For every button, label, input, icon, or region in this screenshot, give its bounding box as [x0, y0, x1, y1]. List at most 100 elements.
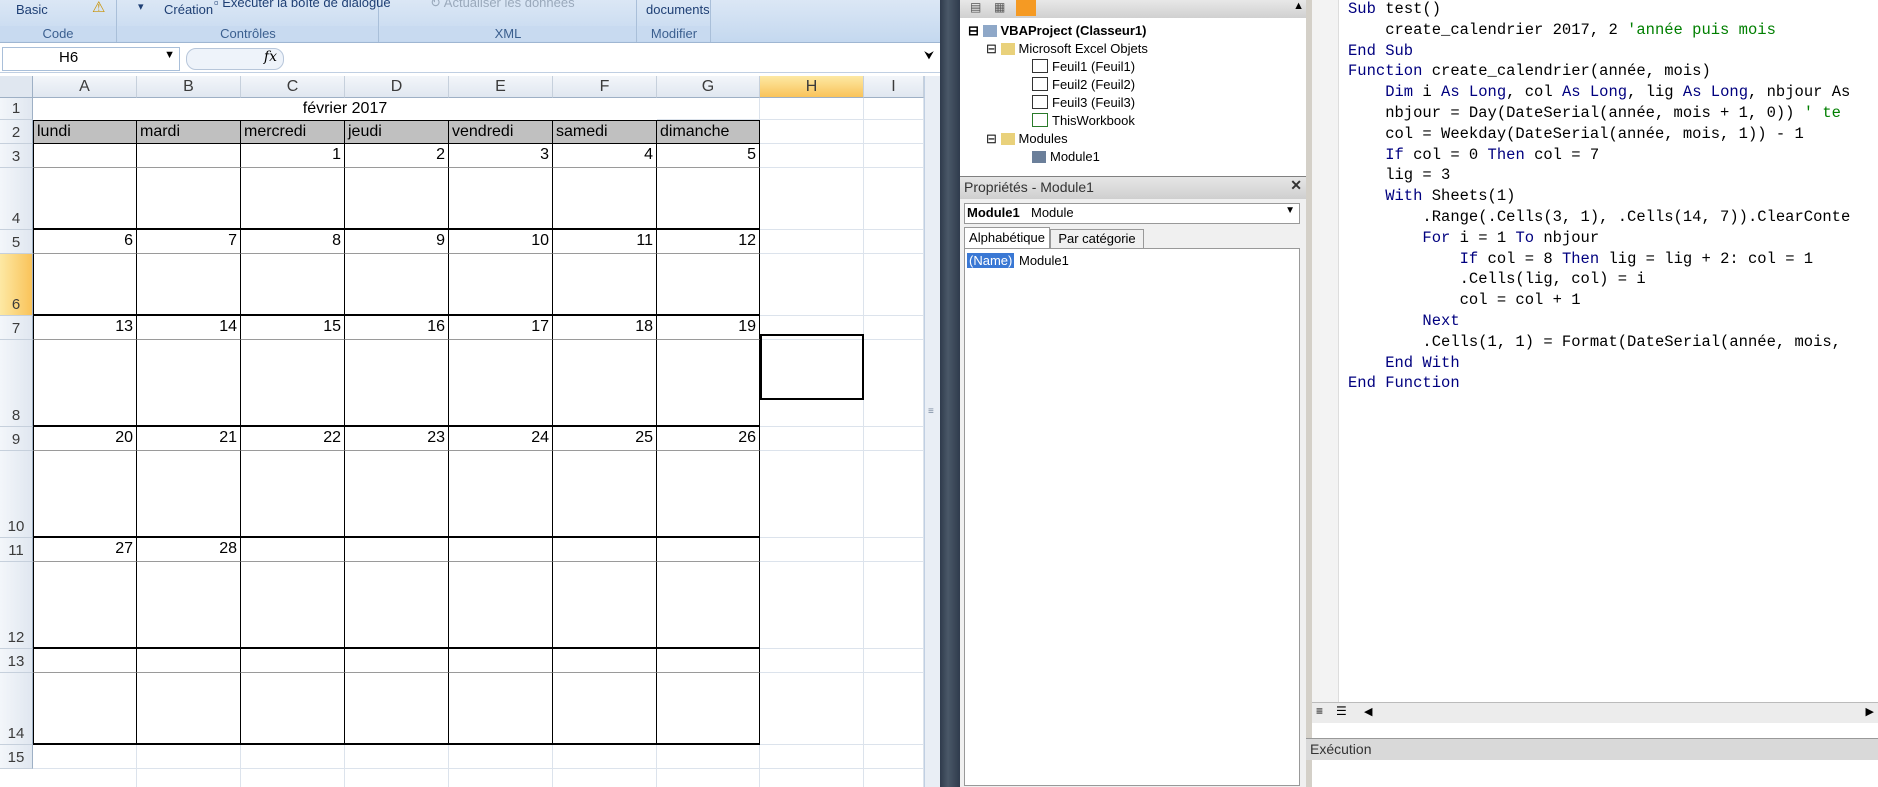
day-notes-cell[interactable] — [241, 254, 345, 316]
worksheet-grid[interactable]: ABCDEFGHI 1 2 3 4 5 6 7 8 9 10 11 12 13 14 15 février … — [0, 76, 924, 787]
day-number-cell[interactable]: 19 — [657, 316, 760, 340]
day-number-cell[interactable] — [657, 649, 760, 673]
design-mode-button[interactable]: Création — [164, 2, 213, 17]
row-header[interactable]: 5 — [0, 230, 33, 254]
run-dialog-button[interactable]: ▫ Exécuter la boîte de dialogue — [214, 0, 391, 10]
day-number-cell[interactable]: 18 — [553, 316, 657, 340]
day-notes-cell[interactable] — [553, 673, 657, 745]
day-notes-cell[interactable] — [657, 340, 760, 427]
day-number-cell[interactable]: 27 — [33, 538, 137, 562]
day-number-cell[interactable]: 13 — [33, 316, 137, 340]
day-notes-cell[interactable] — [449, 673, 553, 745]
day-notes-cell[interactable] — [137, 340, 241, 427]
day-number-cell[interactable]: 21 — [137, 427, 241, 451]
day-number-cell[interactable] — [345, 538, 449, 562]
day-notes-cell[interactable] — [345, 562, 449, 649]
day-number-cell[interactable]: 24 — [449, 427, 553, 451]
day-number-cell[interactable]: 22 — [241, 427, 345, 451]
code-line[interactable]: .Range(.Cells(3, 1), .Cells(14, 7)).Clea… — [1348, 208, 1850, 226]
scroll-right-icon[interactable]: ▶ — [1866, 705, 1874, 718]
day-notes-cell[interactable] — [241, 562, 345, 649]
row-header[interactable]: 7 — [0, 316, 33, 340]
tab-by-category[interactable]: Par catégorie — [1050, 229, 1144, 249]
code-line[interactable]: If col = 0 Then col = 7 — [1348, 146, 1599, 164]
code-line[interactable]: lig = 3 — [1348, 166, 1450, 184]
code-line[interactable]: .Cells(1, 1) = Format(DateSerial(année, … — [1348, 333, 1841, 351]
toggle-folders-icon[interactable] — [1016, 0, 1036, 16]
day-notes-cell[interactable] — [137, 168, 241, 230]
day-number-cell[interactable]: 5 — [657, 144, 760, 168]
row-header[interactable]: 14 — [0, 673, 33, 745]
day-number-cell[interactable] — [657, 538, 760, 562]
column-header[interactable]: B — [137, 76, 241, 98]
object-dropdown-icon[interactable]: ▼ — [1285, 205, 1295, 216]
full-module-view-icon[interactable]: ☰ — [1336, 704, 1347, 718]
active-cell-selection[interactable] — [760, 334, 864, 400]
day-notes-cell[interactable] — [345, 451, 449, 538]
code-line[interactable]: .Cells(lig, col) = i — [1348, 270, 1646, 288]
day-number-cell[interactable]: 26 — [657, 427, 760, 451]
day-number-cell[interactable]: 16 — [345, 316, 449, 340]
weekday-header[interactable]: samedi — [553, 120, 657, 144]
day-notes-cell[interactable] — [657, 562, 760, 649]
insert-function-icon[interactable]: fx — [264, 49, 277, 65]
day-notes-cell[interactable] — [241, 340, 345, 427]
day-number-cell[interactable]: 11 — [553, 230, 657, 254]
row-header[interactable]: 9 — [0, 427, 33, 451]
row-header[interactable]: 12 — [0, 562, 33, 649]
day-number-cell[interactable]: 17 — [449, 316, 553, 340]
day-notes-cell[interactable] — [449, 168, 553, 230]
property-name-key[interactable]: (Name) — [967, 253, 1015, 268]
row-header[interactable]: 6 — [0, 254, 33, 316]
day-notes-cell[interactable] — [33, 254, 137, 316]
tree-sheet-item[interactable]: Feuil3 (Feuil3) — [1032, 95, 1135, 110]
column-header[interactable]: H — [760, 76, 864, 98]
day-notes-cell[interactable] — [33, 340, 137, 427]
code-line[interactable]: Dim i As Long, col As Long, lig As Long,… — [1348, 83, 1850, 101]
day-notes-cell[interactable] — [553, 562, 657, 649]
day-number-cell[interactable]: 20 — [33, 427, 137, 451]
code-line[interactable]: If col = 8 Then lig = lig + 2: col = 1 — [1348, 250, 1814, 268]
documents-button[interactable]: documents — [646, 2, 710, 17]
day-number-cell[interactable] — [449, 649, 553, 673]
day-notes-cell[interactable] — [449, 340, 553, 427]
select-all-corner[interactable] — [0, 76, 33, 98]
day-notes-cell[interactable] — [345, 673, 449, 745]
day-number-cell[interactable]: 3 — [449, 144, 553, 168]
day-notes-cell[interactable] — [345, 168, 449, 230]
code-line[interactable]: col = col + 1 — [1348, 291, 1581, 309]
day-number-cell[interactable]: 8 — [241, 230, 345, 254]
weekday-header[interactable]: vendredi — [449, 120, 553, 144]
calendar-title[interactable]: février 2017 — [33, 98, 657, 120]
day-number-cell[interactable] — [241, 649, 345, 673]
day-notes-cell[interactable] — [657, 673, 760, 745]
macro-security-warning-icon[interactable]: ⚠ — [92, 0, 105, 16]
tab-alphabetic[interactable]: Alphabétique — [964, 227, 1050, 248]
day-number-cell[interactable]: 25 — [553, 427, 657, 451]
dropdown-arrow-icon[interactable]: ▾ — [138, 0, 144, 13]
day-notes-cell[interactable] — [449, 562, 553, 649]
tree-modules-folder[interactable]: ⊟ Modules — [986, 131, 1068, 147]
view-code-icon[interactable]: ▤ — [970, 0, 981, 14]
code-line[interactable]: col = Weekday(DateSerial(année, mois, 1)… — [1348, 125, 1804, 143]
code-hscrollbar[interactable]: ≡ ☰ ◀ ▶ — [1312, 702, 1878, 723]
day-notes-cell[interactable] — [657, 254, 760, 316]
weekday-header[interactable]: mercredi — [241, 120, 345, 144]
day-number-cell[interactable]: 4 — [553, 144, 657, 168]
tree-workbook-item[interactable]: ThisWorkbook — [1032, 113, 1135, 128]
code-line[interactable]: End With — [1348, 354, 1459, 372]
day-number-cell[interactable]: 2 — [345, 144, 449, 168]
view-object-icon[interactable]: ▦ — [994, 0, 1005, 14]
property-name-value[interactable]: Module1 — [1019, 253, 1069, 268]
collapse-icon[interactable]: ⊟ — [986, 131, 1001, 146]
day-notes-cell[interactable] — [137, 562, 241, 649]
day-notes-cell[interactable] — [345, 340, 449, 427]
day-notes-cell[interactable] — [553, 168, 657, 230]
row-header[interactable]: 15 — [0, 745, 33, 769]
day-notes-cell[interactable] — [33, 562, 137, 649]
day-number-cell[interactable]: 14 — [137, 316, 241, 340]
day-notes-cell[interactable] — [657, 168, 760, 230]
code-line[interactable]: nbjour = Day(DateSerial(année, mois + 1,… — [1348, 104, 1841, 122]
vertical-scrollbar[interactable]: ≡ — [924, 76, 941, 787]
code-line[interactable]: End Function — [1348, 374, 1460, 392]
